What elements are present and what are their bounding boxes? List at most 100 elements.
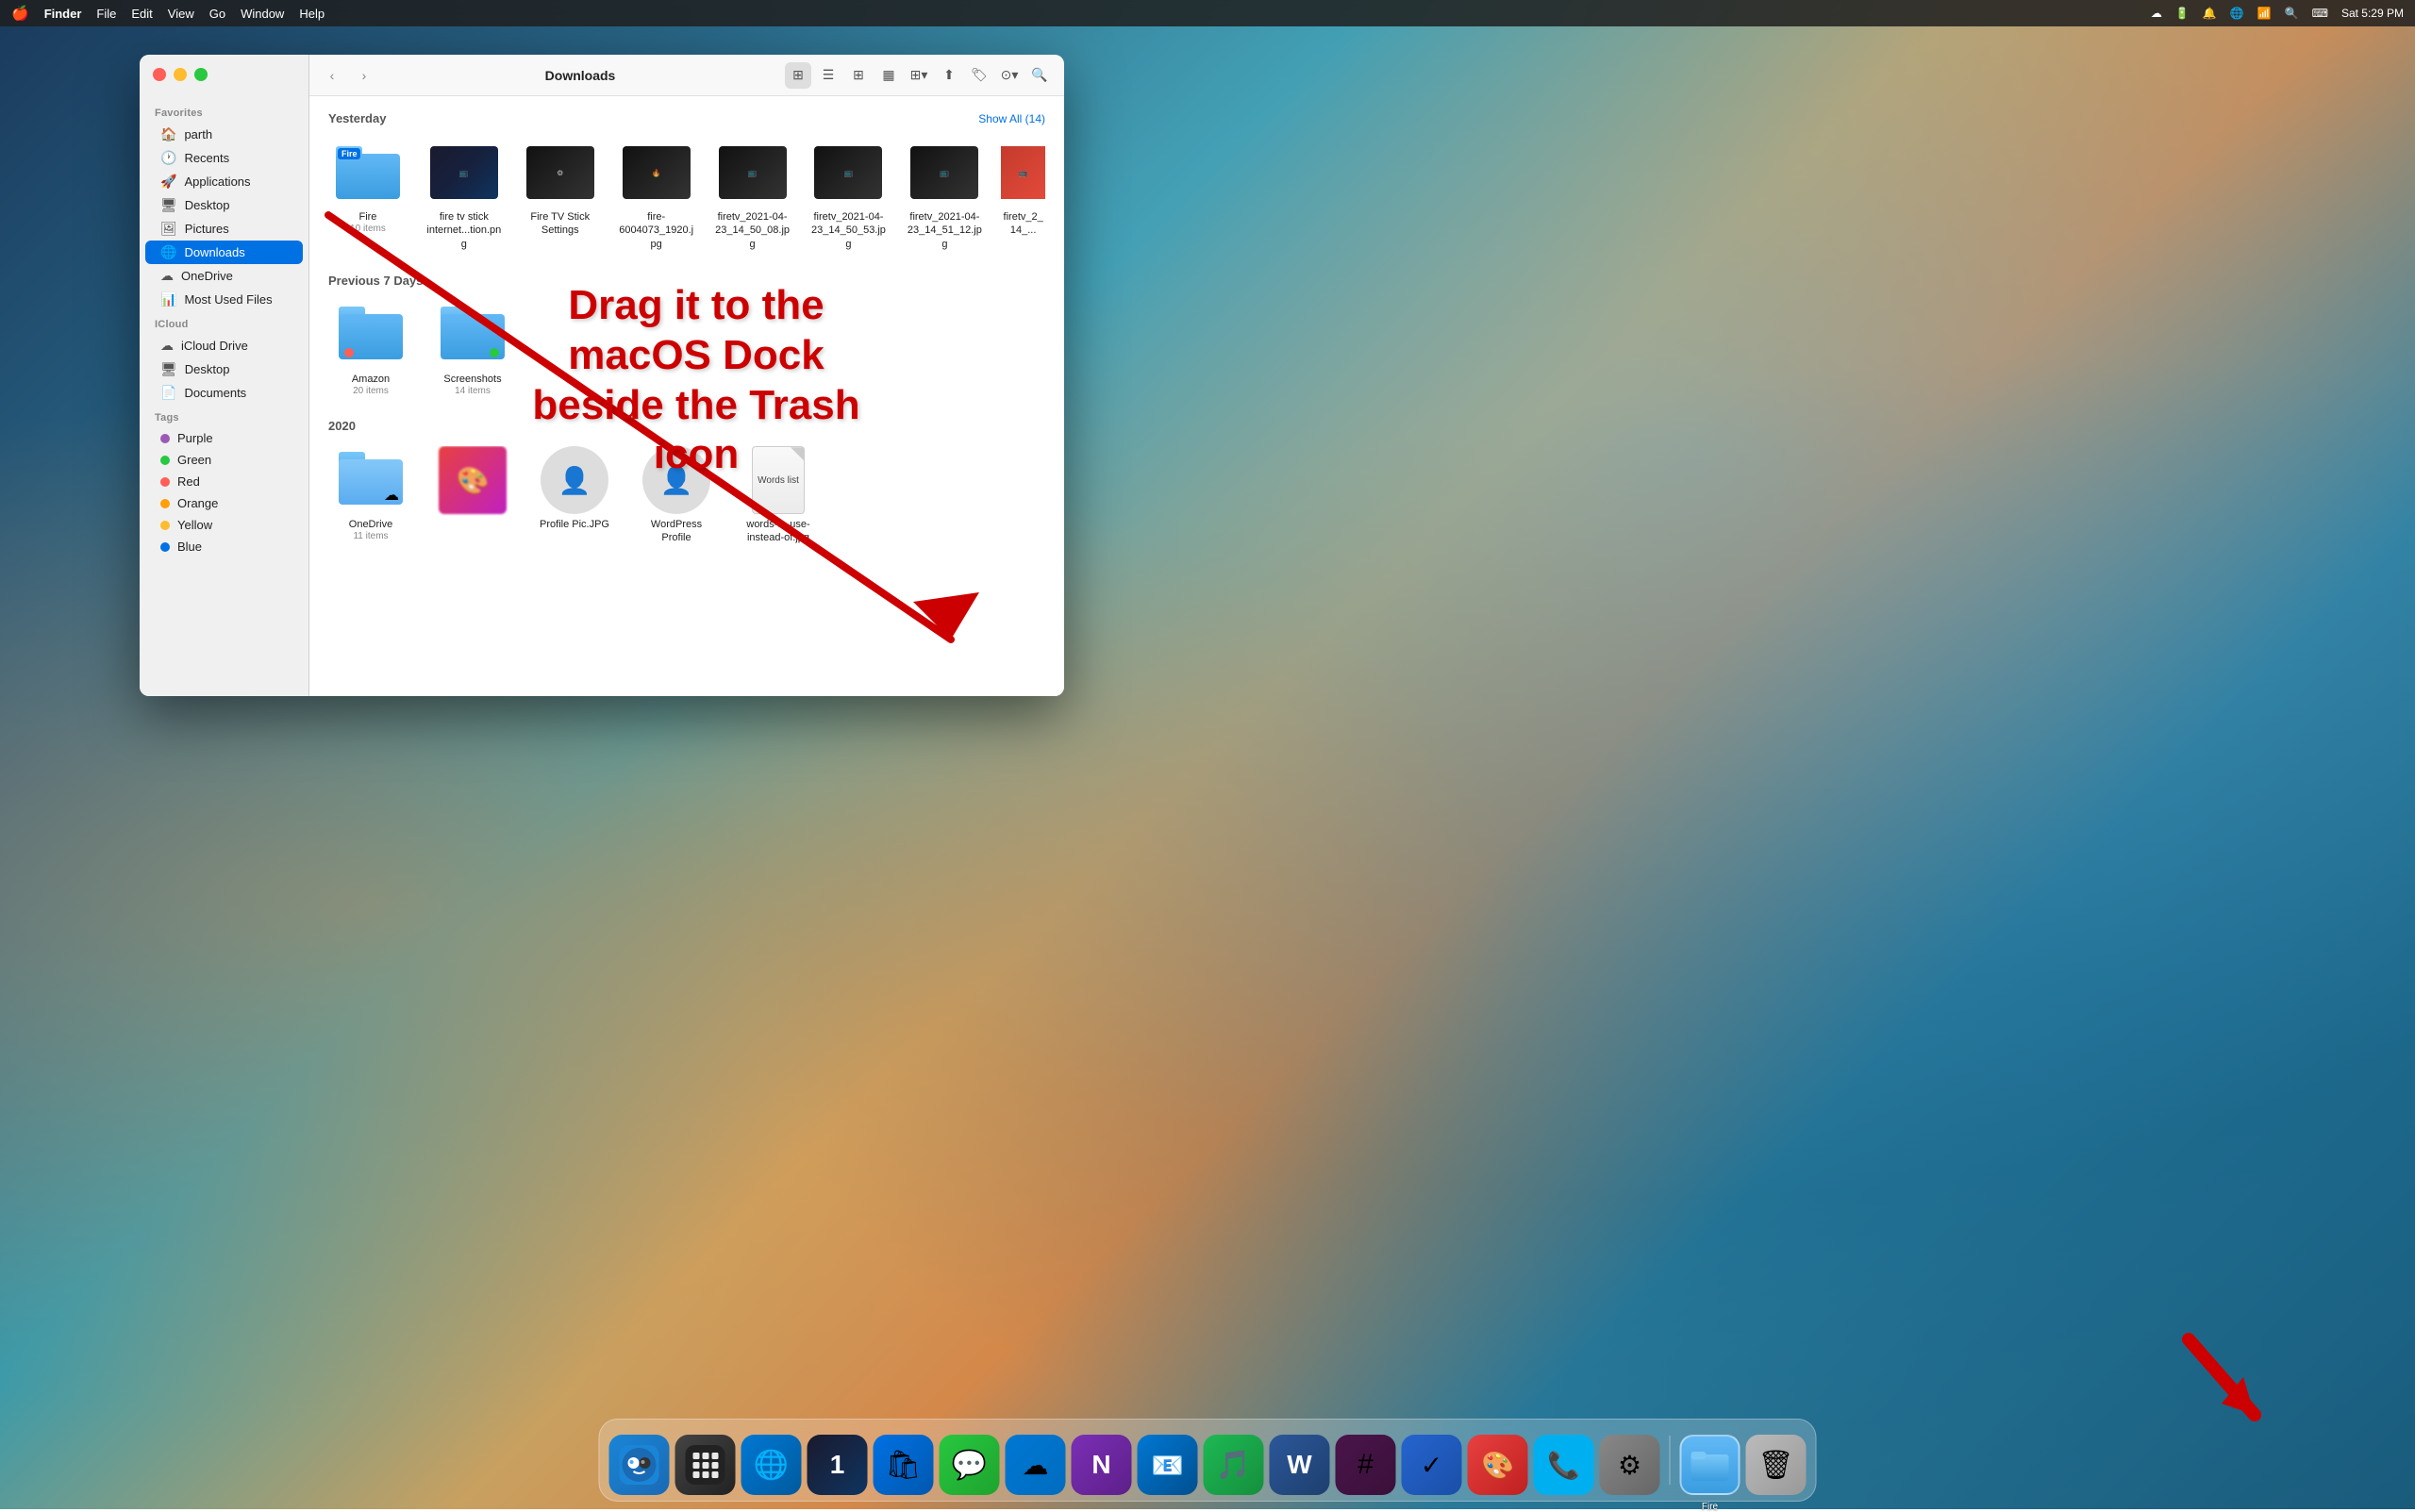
- dock-item-onenote[interactable]: N: [1072, 1435, 1132, 1495]
- sidebar: Favorites 🏠 parth 🕐 Recents 🚀 Applicatio…: [140, 55, 309, 696]
- file-item-wpprofile[interactable]: 👤 WordPress Profile: [634, 446, 719, 545]
- close-button[interactable]: [153, 68, 166, 81]
- orange-dot-tag: [160, 499, 170, 508]
- dock-item-tasks[interactable]: ✓: [1402, 1435, 1462, 1495]
- firetv6-icon-wrap: 📺: [910, 139, 978, 207]
- maximize-button[interactable]: [194, 68, 208, 81]
- minimize-button[interactable]: [174, 68, 187, 81]
- dock-item-trash[interactable]: 🗑: [1746, 1435, 1807, 1495]
- sidebar-item-parth[interactable]: 🏠 parth: [145, 123, 303, 146]
- file-item-firetv4[interactable]: 📺 firetv_2021-04-23_14_50_08.jpg: [713, 139, 792, 251]
- firetv4-icon-wrap: 📺: [719, 139, 787, 207]
- search-button[interactable]: 🔍: [1026, 62, 1053, 89]
- menubar-help[interactable]: Help: [299, 7, 325, 21]
- dock-item-edge[interactable]: 🌐: [741, 1435, 802, 1495]
- column-view-button[interactable]: ⊞: [845, 62, 872, 89]
- dock-item-outlook[interactable]: 📧: [1138, 1435, 1198, 1495]
- firetv3-icon-wrap: 🔥: [623, 139, 691, 207]
- file-item-screenshots[interactable]: Screenshots 14 items: [430, 301, 515, 396]
- dock-sysprefs-icon: ⚙: [1600, 1435, 1660, 1495]
- dock-item-finder[interactable]: [609, 1435, 670, 1495]
- wordsimage-thumb: Words list: [752, 446, 805, 514]
- file-item-wordsimage[interactable]: Words list words-to-use-instead-of.jpg: [736, 446, 821, 545]
- screenshots-folder-meta: 14 items: [455, 386, 491, 396]
- dock-item-skype[interactable]: 📞: [1534, 1435, 1594, 1495]
- dock-finder-icon: [609, 1435, 670, 1495]
- purple-dot: [160, 434, 170, 443]
- share-button[interactable]: ⬆: [936, 62, 962, 89]
- sidebar-item-desktop[interactable]: 🖥 Desktop: [145, 193, 303, 217]
- file-item-amazon[interactable]: Amazon 20 items: [328, 301, 413, 396]
- forward-button[interactable]: ›: [353, 64, 375, 87]
- dock-item-word[interactable]: W: [1270, 1435, 1330, 1495]
- sidebar-item-downloads[interactable]: 🌐 Downloads: [145, 241, 303, 264]
- wordsimage-icon-wrap: Words list: [744, 446, 812, 514]
- sidebar-item-pictures[interactable]: 🖼 Pictures: [145, 217, 303, 241]
- sidebar-icloud-label: iCloud Drive: [181, 339, 248, 353]
- onedrive2020-meta: 11 items: [353, 531, 388, 541]
- file-item-firetv3[interactable]: 🔥 fire-6004073_1920.jpg: [617, 139, 696, 251]
- search-icon[interactable]: 🔍: [2285, 7, 2299, 20]
- onedrive2020-name: OneDrive: [349, 518, 392, 531]
- back-button[interactable]: ‹: [321, 64, 343, 87]
- menubar-view[interactable]: View: [168, 7, 194, 21]
- firetv2-icon-wrap: ⚙: [526, 139, 594, 207]
- arrange-button[interactable]: ⊞▾: [906, 62, 932, 89]
- sidebar-item-icloud-drive[interactable]: ☁ iCloud Drive: [145, 334, 303, 357]
- dock-item-launchpad[interactable]: [675, 1435, 736, 1495]
- tag-red-label: Red: [177, 474, 200, 489]
- dock-item-fire-folder[interactable]: Fire: [1680, 1435, 1740, 1495]
- firetv6-thumb: 📺: [910, 146, 978, 199]
- dock-item-appstore[interactable]: 🛍: [874, 1435, 934, 1495]
- sidebar-tag-green[interactable]: Green: [145, 449, 303, 471]
- wordsimage-name: words-to-use-instead-of.jpg: [737, 518, 820, 545]
- file-item-firetv6[interactable]: 📺 firetv_2021-04-23_14_51_12.jpg: [905, 139, 984, 251]
- control-center-icon[interactable]: ⌨: [2312, 7, 2328, 20]
- sidebar-item-icloud-desktop[interactable]: 🖥 Desktop: [145, 357, 303, 381]
- sidebar-tag-purple[interactable]: Purple: [145, 427, 303, 449]
- dock-item-pixelmator[interactable]: 🎨: [1468, 1435, 1528, 1495]
- list-view-button[interactable]: ☰: [815, 62, 841, 89]
- dock-item-messages[interactable]: 💬: [940, 1435, 1000, 1495]
- tag-button[interactable]: 🏷: [966, 62, 992, 89]
- sidebar-tag-orange[interactable]: Orange: [145, 492, 303, 514]
- file-item-firetv5[interactable]: 📺 firetv_2021-04-23_14_50_53.jpg: [809, 139, 889, 251]
- menubar-edit[interactable]: Edit: [131, 7, 152, 21]
- sidebar-item-recents[interactable]: 🕐 Recents: [145, 146, 303, 170]
- action-button[interactable]: ⊙▾: [996, 62, 1023, 89]
- dock-item-sysprefs[interactable]: ⚙: [1600, 1435, 1660, 1495]
- file-item-onedrive2020[interactable]: ☁ OneDrive 11 items: [328, 446, 413, 545]
- sidebar-tag-red[interactable]: Red: [145, 471, 303, 492]
- file-item-firetv7[interactable]: 📺 firetv_2_14_...: [1001, 139, 1045, 251]
- menubar-go[interactable]: Go: [209, 7, 225, 21]
- sidebar-desktop-label: Desktop: [185, 198, 230, 212]
- dock-item-1password[interactable]: 1: [808, 1435, 868, 1495]
- dock-item-spotify[interactable]: 🎵: [1204, 1435, 1264, 1495]
- sidebar-tag-blue[interactable]: Blue: [145, 536, 303, 557]
- menubar-file[interactable]: File: [96, 7, 116, 21]
- titlebar-actions: ⊞ ☰ ⊞ ▦ ⊞▾ ⬆ 🏷 ⊙▾ 🔍: [785, 62, 1053, 89]
- file-item-firetv1[interactable]: 📺 fire tv stick internet...tion.png: [425, 139, 504, 251]
- menubar-window[interactable]: Window: [241, 7, 284, 21]
- file-item-pixelated[interactable]: 🎨: [430, 446, 515, 545]
- icon-view-button[interactable]: ⊞: [785, 62, 811, 89]
- sidebar-item-documents[interactable]: 📄 Documents: [145, 381, 303, 405]
- sidebar-item-onedrive[interactable]: ☁ OneDrive: [145, 264, 303, 288]
- tag-blue-label: Blue: [177, 540, 202, 554]
- apple-menu[interactable]: 🍎: [11, 5, 29, 22]
- gallery-view-button[interactable]: ▦: [875, 62, 902, 89]
- file-item-firetv2[interactable]: ⚙ Fire TV Stick Settings: [521, 139, 600, 251]
- menubar-app-name[interactable]: Finder: [44, 7, 82, 21]
- file-item-profilepic[interactable]: 👤 Profile Pic.JPG: [532, 446, 617, 545]
- dock-item-slack[interactable]: #: [1336, 1435, 1396, 1495]
- firetv1-icon-wrap: 📺: [430, 139, 498, 207]
- sidebar-item-mostused[interactable]: 📊 Most Used Files: [145, 288, 303, 311]
- firetv7-icon-wrap: 📺: [1001, 139, 1045, 207]
- sidebar-item-applications[interactable]: 🚀 Applications: [145, 170, 303, 193]
- dock-fire-folder-icon: [1680, 1435, 1740, 1495]
- show-all-button[interactable]: Show All (14): [978, 112, 1045, 125]
- file-item-fire[interactable]: Fire Fire 10 items: [328, 139, 408, 251]
- sidebar-tag-yellow[interactable]: Yellow: [145, 514, 303, 536]
- firetv5-name: firetv_2021-04-23_14_50_53.jpg: [809, 210, 889, 251]
- dock-item-onedrive[interactable]: ☁: [1006, 1435, 1066, 1495]
